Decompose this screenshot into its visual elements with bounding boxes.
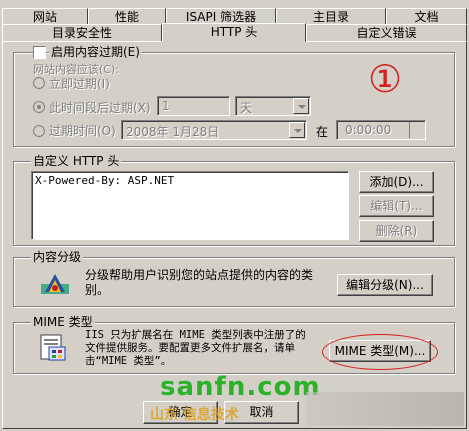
- annotation-circle-number: ①: [367, 57, 403, 101]
- custom-header-item[interactable]: X-Powered-By: ASP.NET: [35, 174, 174, 187]
- rating-icon: [37, 270, 73, 298]
- expire-after-unit-select[interactable]: 天: [235, 96, 311, 116]
- mime-title: MIME 类型: [31, 315, 95, 329]
- tab-custom-errors[interactable]: 自定义错误: [306, 24, 467, 41]
- expire-on-time-input[interactable]: 0:00:00: [336, 120, 426, 140]
- tab-website[interactable]: 网站: [2, 8, 88, 24]
- watermark-sub: 山东 信息技术: [150, 407, 239, 423]
- edit-ratings-button[interactable]: 编辑分级(N)...: [337, 274, 433, 296]
- tab-directory-security[interactable]: 目录安全性: [2, 24, 162, 41]
- expire-on-radio[interactable]: [33, 125, 45, 137]
- mime-icon: [38, 333, 68, 363]
- tab-documents[interactable]: 文档: [386, 8, 467, 24]
- expire-after-unit: 天: [240, 101, 253, 115]
- chevron-down-icon: [289, 122, 305, 138]
- watermark: sanfn.com: [160, 372, 321, 402]
- annotation-ellipse: [322, 334, 438, 370]
- spin-buttons[interactable]: [409, 122, 424, 138]
- mime-description: IIS 只为扩展名在 MIME 类型列表中注册了的文件提供服务。要配置更多文件扩…: [85, 329, 306, 367]
- delete-header-button[interactable]: 删除(R): [359, 220, 434, 242]
- content-rating-description: 分级帮助用户识别您的站点提供的内容的类别。: [85, 268, 314, 297]
- expire-on-time: 0:00:00: [345, 123, 392, 137]
- tab-performance[interactable]: 性能: [88, 8, 166, 24]
- expire-immediately-radio[interactable]: [33, 77, 45, 89]
- watermark-dark-logo: [306, 392, 464, 426]
- expire-on-date: 2008年 1月28日: [126, 125, 220, 139]
- tab-home-directory[interactable]: 主目录: [276, 8, 386, 24]
- tab-http-headers[interactable]: HTTP 头: [162, 23, 306, 42]
- content-rating-title: 内容分级: [31, 250, 84, 264]
- expire-after-value-input[interactable]: 1: [157, 96, 230, 116]
- enable-expiration-label[interactable]: 启用内容过期(E): [49, 45, 142, 59]
- add-header-button[interactable]: 添加(D)...: [359, 171, 434, 193]
- custom-http-title: 自定义 HTTP 头: [31, 154, 122, 168]
- edit-header-button[interactable]: 编辑(T)...: [359, 195, 434, 217]
- expire-after-label[interactable]: 此时间段后过期(X): [49, 99, 151, 116]
- tab-isapi-filters[interactable]: ISAPI 筛选器: [166, 8, 276, 24]
- expire-at-label: 在: [316, 125, 329, 139]
- enable-expiration-checkbox[interactable]: [33, 46, 46, 59]
- expire-immediately-label[interactable]: 立即过期(I): [49, 75, 110, 92]
- expire-on-date-select[interactable]: 2008年 1月28日: [121, 120, 307, 140]
- expire-after-value: 1: [162, 99, 170, 113]
- expire-after-radio[interactable]: [33, 101, 45, 113]
- custom-headers-list[interactable]: X-Powered-By: ASP.NET: [31, 171, 349, 240]
- chevron-down-icon: [293, 98, 309, 114]
- expire-on-label[interactable]: 过期时间(O): [49, 122, 116, 139]
